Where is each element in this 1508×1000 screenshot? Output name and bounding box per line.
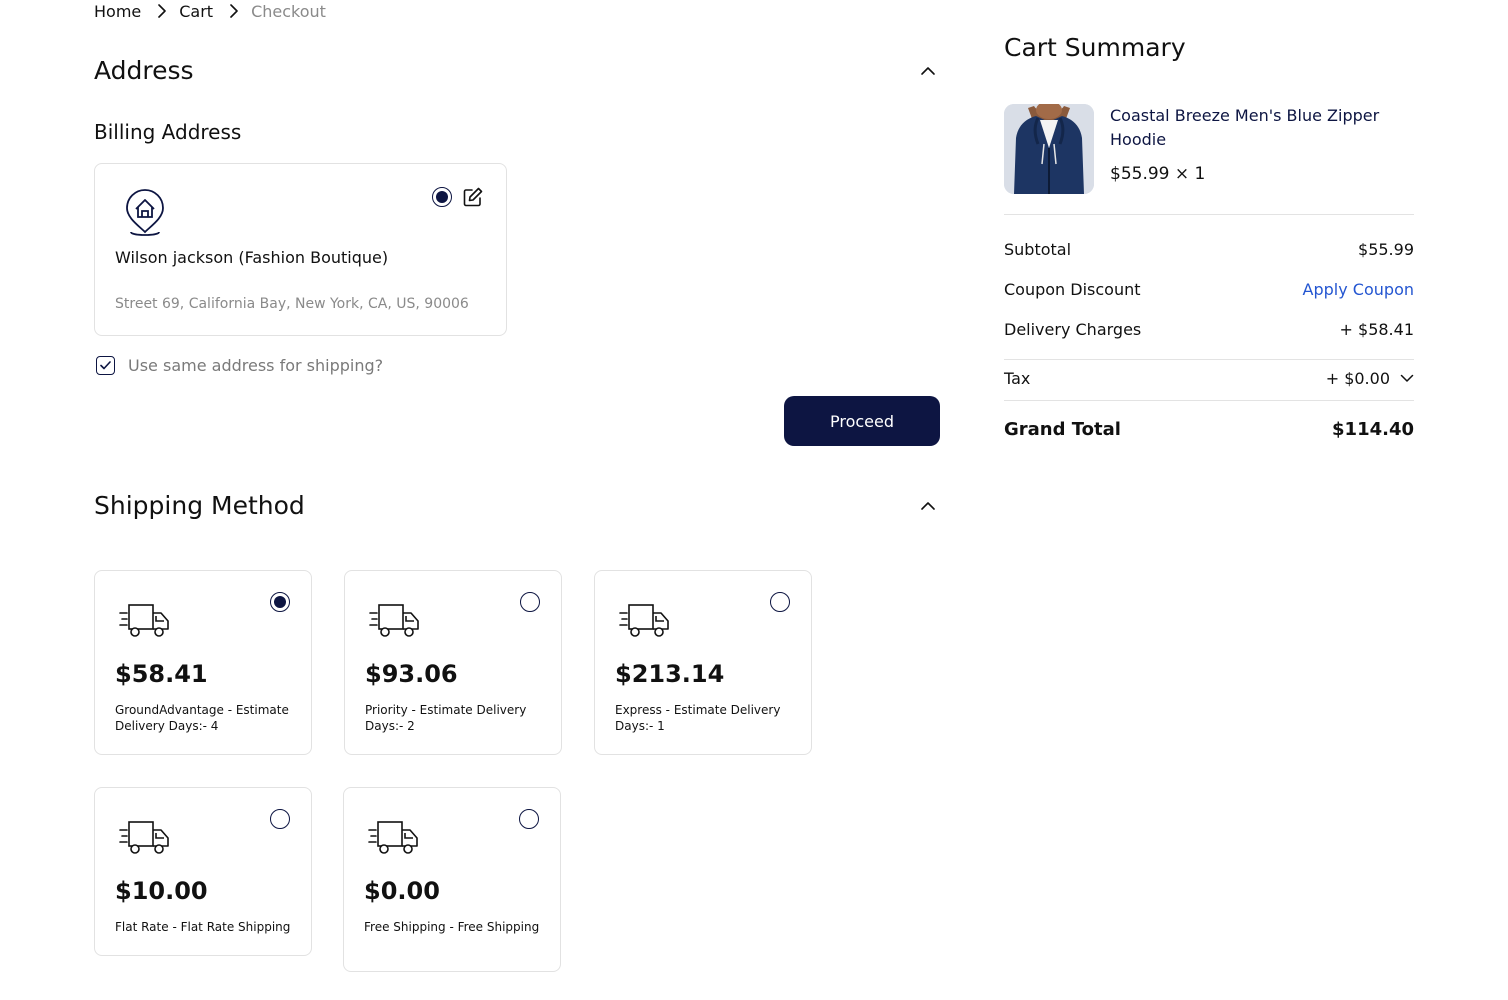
product-name[interactable]: Coastal Breeze Men's Blue Zipper Hoodie <box>1110 104 1400 152</box>
breadcrumb-cart[interactable]: Cart <box>179 2 213 21</box>
breadcrumb-home[interactable]: Home <box>94 2 141 21</box>
chevron-up-icon[interactable] <box>916 494 940 518</box>
check-icon <box>100 361 111 370</box>
delivery-truck-icon <box>619 601 671 645</box>
home-location-pin-icon <box>125 188 165 244</box>
shipping-label: Priority - Estimate Delivery Days:- 2 <box>365 703 527 733</box>
product-price-qty: $55.99 × 1 <box>1110 164 1206 184</box>
shipping-option-radio[interactable] <box>770 592 790 612</box>
subtotal-value: $55.99 <box>1358 240 1414 259</box>
chevron-up-icon[interactable] <box>916 59 940 83</box>
shipping-label: Free Shipping - Free Shipping <box>364 920 540 934</box>
shipping-section-header: Shipping Method <box>94 491 940 520</box>
shipping-option-card[interactable]: $213.14 Express - Estimate Delivery Days… <box>594 570 812 755</box>
tax-value: + $0.00 <box>1325 369 1390 388</box>
chevron-right-icon <box>155 0 169 22</box>
shipping-price: $93.06 <box>365 660 458 688</box>
same-address-option[interactable]: Use same address for shipping? <box>96 356 383 375</box>
shipping-title: Shipping Method <box>94 491 305 520</box>
delivery-truck-icon <box>368 818 420 862</box>
address-section-header: Address <box>94 56 940 85</box>
breadcrumb: Home Cart Checkout <box>94 0 326 22</box>
divider <box>1004 214 1414 215</box>
cart-summary-title: Cart Summary <box>1004 33 1186 62</box>
delivery-truck-icon <box>119 818 171 862</box>
shipping-option-radio[interactable] <box>520 592 540 612</box>
divider <box>1004 400 1414 401</box>
radio-dot <box>274 596 286 608</box>
proceed-button[interactable]: Proceed <box>784 396 940 446</box>
radio-dot <box>436 191 448 203</box>
shipping-label: Express - Estimate Delivery Days:- 1 <box>615 703 781 733</box>
divider <box>1004 359 1414 360</box>
shipping-price: $10.00 <box>115 877 208 905</box>
shipping-label: Flat Rate - Flat Rate Shipping <box>115 920 291 934</box>
billing-address-title: Billing Address <box>94 120 242 144</box>
subtotal-row: Subtotal $55.99 <box>1004 240 1414 259</box>
subtotal-label: Subtotal <box>1004 240 1072 259</box>
shipping-option-radio[interactable] <box>270 809 290 829</box>
shipping-price: $213.14 <box>615 660 725 688</box>
shipping-option-radio[interactable] <box>519 809 539 829</box>
tax-label: Tax <box>1004 369 1031 388</box>
shipping-option-card[interactable]: $93.06 Priority - Estimate Delivery Days… <box>344 570 562 755</box>
delivery-row: Delivery Charges + $58.41 <box>1004 320 1414 339</box>
same-address-checkbox[interactable] <box>96 356 115 375</box>
shipping-option-card[interactable]: $0.00 Free Shipping - Free Shipping <box>343 787 561 972</box>
same-address-label: Use same address for shipping? <box>128 356 384 375</box>
chevron-right-icon <box>227 0 241 22</box>
address-name: Wilson jackson (Fashion Boutique) <box>115 248 389 267</box>
shipping-option-card[interactable]: $58.41 GroundAdvantage - Estimate Delive… <box>94 570 312 755</box>
address-line: Street 69, California Bay, New York, CA,… <box>115 296 469 312</box>
delivery-value: + $58.41 <box>1339 320 1414 339</box>
product-image <box>1004 104 1094 194</box>
delivery-truck-icon <box>119 601 171 645</box>
coupon-row: Coupon Discount Apply Coupon <box>1004 280 1414 299</box>
coupon-label: Coupon Discount <box>1004 280 1141 299</box>
shipping-option-radio[interactable] <box>270 592 290 612</box>
tax-toggle[interactable]: + $0.00 <box>1326 369 1414 388</box>
grand-total-label: Grand Total <box>1004 419 1121 440</box>
shipping-option-card[interactable]: $10.00 Flat Rate - Flat Rate Shipping <box>94 787 312 956</box>
breadcrumb-checkout: Checkout <box>251 1 326 21</box>
shipping-price: $0.00 <box>364 877 440 905</box>
grand-total-value: $114.40 <box>1332 419 1414 440</box>
edit-icon[interactable] <box>462 186 484 212</box>
shipping-label: GroundAdvantage - Estimate Delivery Days… <box>115 703 289 733</box>
chevron-down-icon <box>1400 374 1414 382</box>
shipping-price: $58.41 <box>115 660 208 688</box>
tax-row: Tax + $0.00 <box>1004 369 1414 388</box>
address-title: Address <box>94 56 194 85</box>
grand-total-row: Grand Total $114.40 <box>1004 419 1414 440</box>
delivery-label: Delivery Charges <box>1004 320 1142 339</box>
address-radio[interactable] <box>432 187 452 207</box>
apply-coupon-link[interactable]: Apply Coupon <box>1303 280 1414 299</box>
delivery-truck-icon <box>369 601 421 645</box>
billing-address-card[interactable]: Wilson jackson (Fashion Boutique) Street… <box>94 163 507 336</box>
